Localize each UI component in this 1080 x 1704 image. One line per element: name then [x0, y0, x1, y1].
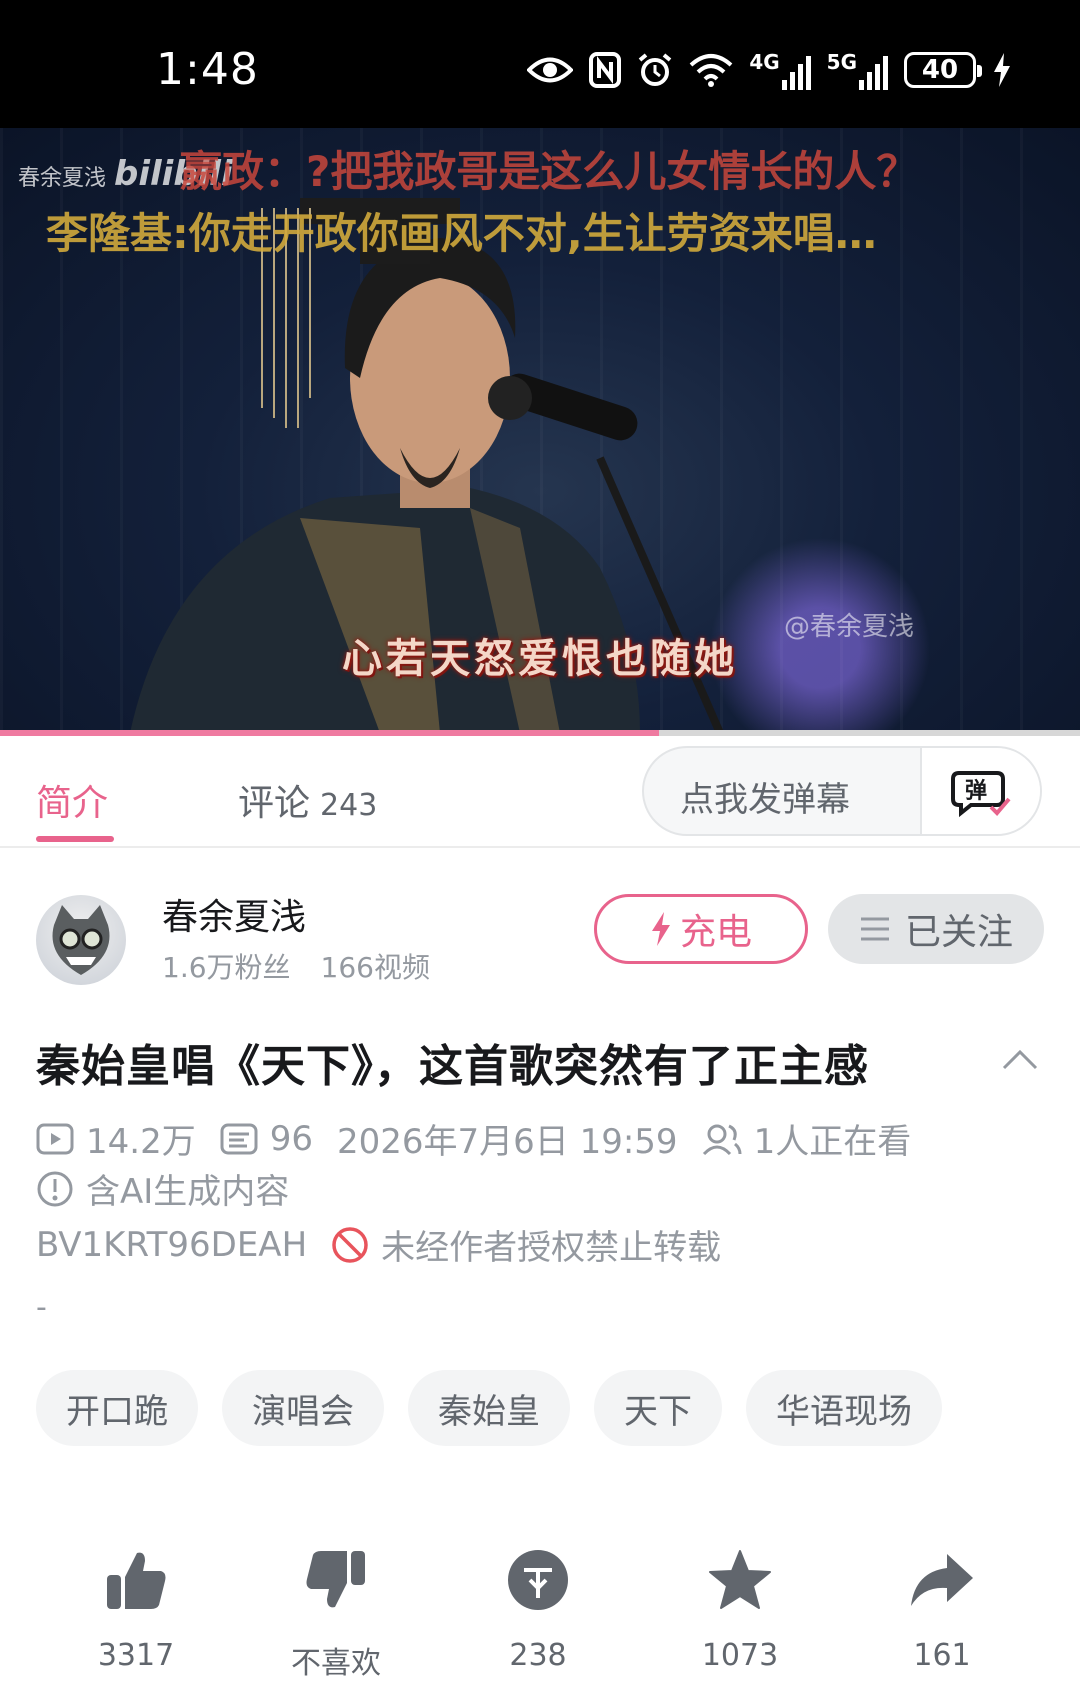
avatar[interactable]	[36, 895, 126, 985]
star-icon	[709, 1550, 771, 1609]
bvid-row: BV1KRT96DEAH 未经作者授权禁止转载	[36, 1220, 721, 1269]
danmaku-input[interactable]: 点我发弹幕 弹	[642, 746, 1042, 836]
tag-chip[interactable]: 演唱会	[222, 1370, 384, 1446]
uploader-fans: 1.6万粉丝	[162, 951, 291, 984]
battery-icon: 40	[904, 52, 982, 88]
video-stats-row: 14.2万 96 2026年7月6日 19:59 1人正在看	[36, 1114, 911, 1163]
tag-list: 开口跪 演唱会 秦始皇 天下 华语现场	[36, 1370, 942, 1446]
eye-icon	[527, 55, 574, 85]
charge-label: 充电	[679, 912, 752, 953]
follow-button[interactable]: 已关注	[828, 894, 1044, 964]
tab-comments[interactable]: 评论 243	[238, 774, 377, 826]
watching-icon	[702, 1122, 742, 1156]
video-player[interactable]: 春余夏浅 bilibili 嬴政：?把我政哥是这么儿女情长的人？ 李隆基:你走开…	[0, 128, 1080, 733]
charge-button[interactable]: 充电	[594, 894, 808, 964]
danmaku-input-placeholder: 点我发弹幕	[680, 780, 850, 820]
lightning-icon	[651, 912, 670, 946]
signal-5g-label: 5G	[826, 50, 857, 74]
play-count-icon	[36, 1122, 74, 1156]
tag-chip[interactable]: 秦始皇	[408, 1370, 570, 1446]
alarm-icon	[637, 52, 673, 88]
share-icon	[911, 1554, 973, 1606]
coin-count: 238	[509, 1638, 567, 1673]
wifi-icon	[689, 53, 733, 87]
favorite-button[interactable]: 1073	[660, 1540, 820, 1673]
bvid: BV1KRT96DEAH	[36, 1224, 308, 1265]
signal-5g-icon: 5G	[827, 50, 888, 90]
signal-4g-icon: 4G	[749, 50, 811, 90]
video-subtitle: 心若天怒爱恨也随她	[342, 636, 738, 682]
video-description: -	[36, 1290, 47, 1325]
publish-time: 2026年7月6日 19:59	[336, 1122, 678, 1162]
coin-icon	[508, 1550, 568, 1610]
danmaku-icon-glyph: 弹	[965, 779, 987, 804]
uploader-stats: 1.6万粉丝 166视频	[162, 946, 430, 986]
copyright-notice: 未经作者授权禁止转载	[381, 1228, 722, 1268]
danmaku-comment: 嬴政：?把我政哥是这么儿女情长的人？	[180, 147, 919, 196]
comments-count: 243	[320, 788, 378, 823]
watching-now: 1人正在看	[753, 1122, 912, 1162]
tag-chip[interactable]: 华语现场	[746, 1370, 942, 1446]
ai-notice-row: 含AI生成内容	[36, 1164, 289, 1213]
thumbs-up-icon	[107, 1552, 166, 1609]
forbidden-icon	[331, 1226, 369, 1264]
battery-level: 40	[921, 55, 959, 85]
uploader-videos: 166视频	[320, 951, 430, 984]
signal-4g-label: 4G	[749, 50, 780, 74]
follow-label: 已关注	[904, 912, 1013, 953]
watermark-author: 春余夏浅	[18, 166, 107, 191]
like-button[interactable]: 3317	[56, 1540, 216, 1673]
like-count: 3317	[97, 1638, 175, 1673]
dislike-button[interactable]: 不喜欢	[256, 1540, 416, 1682]
tag-chip[interactable]: 开口跪	[36, 1370, 198, 1446]
charging-icon	[992, 53, 1012, 87]
menu-icon	[860, 917, 889, 941]
danmaku-count-icon	[220, 1122, 258, 1156]
view-count: 14.2万	[86, 1122, 196, 1162]
danmaku-toggle-button[interactable]: 弹	[920, 748, 1040, 834]
tab-intro-label: 简介	[36, 783, 109, 824]
status-time: 1:48	[156, 44, 259, 95]
danmaku-comment: 李隆基:你走开政你画风不对,生让劳资来唱…	[46, 209, 877, 258]
tab-intro[interactable]: 简介	[36, 774, 108, 826]
share-button[interactable]: 161	[862, 1540, 1022, 1673]
thumbs-down-icon	[306, 1551, 365, 1608]
status-icons: 4G 5G 40	[527, 48, 1012, 92]
tag-chip[interactable]: 天下	[594, 1370, 722, 1446]
share-count: 161	[913, 1638, 971, 1673]
favorite-count: 1073	[701, 1638, 779, 1673]
dislike-label: 不喜欢	[291, 1646, 381, 1681]
action-bar: 3317 不喜欢 238 1073 161	[0, 1540, 1080, 1690]
chevron-up-icon[interactable]	[1000, 1044, 1040, 1074]
coin-button[interactable]: 238	[458, 1540, 618, 1673]
active-tab-indicator	[36, 836, 114, 842]
status-bar: 1:48 4G 5G 40	[0, 0, 1080, 128]
ai-notice: 含AI生成内容	[86, 1172, 290, 1212]
danmaku-count: 96	[269, 1118, 313, 1159]
nfc-icon	[589, 52, 622, 88]
tab-comments-label: 评论	[238, 783, 311, 824]
danmaku-icon: 弹	[951, 771, 1011, 818]
uploader-name[interactable]: 春余夏浅	[162, 888, 306, 940]
video-title: 秦始皇唱《天下》，这首歌突然有了正主感	[36, 1041, 869, 1092]
cat-avatar-icon	[52, 905, 110, 975]
info-icon	[36, 1170, 74, 1208]
